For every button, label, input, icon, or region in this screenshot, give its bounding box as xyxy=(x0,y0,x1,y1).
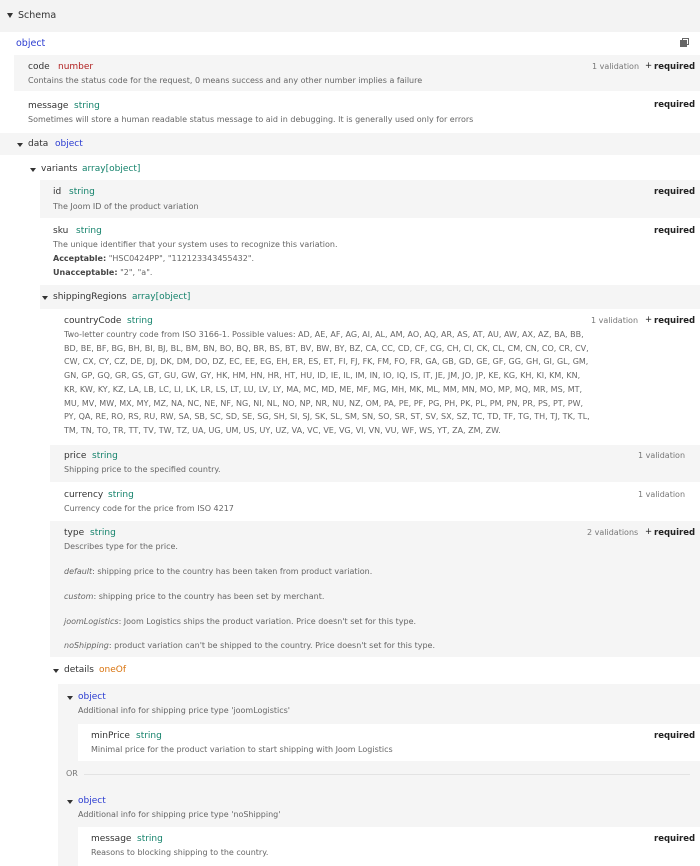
oneof-option-type[interactable]: object xyxy=(78,692,106,702)
property-description: Reasons to blocking shipping to the coun… xyxy=(91,848,269,857)
property-description: The unique identifier that your system u… xyxy=(53,240,338,249)
property-type: string xyxy=(92,451,118,461)
plus-icon: + xyxy=(645,61,653,71)
property-type: array[object] xyxy=(82,164,141,174)
property-row xyxy=(78,827,700,866)
property-description: Currency code for the price from ISO 421… xyxy=(64,504,234,513)
root-type: object xyxy=(16,38,46,49)
property-description: Two-letter country code from ISO 3166-1.… xyxy=(64,330,590,435)
property-name: price xyxy=(64,451,87,461)
enum-item: joomLogistics: Joom Logistics ships the … xyxy=(64,617,416,626)
triangle-down-icon[interactable] xyxy=(67,696,73,700)
oneof-option-description: Additional info for shipping price type … xyxy=(78,706,290,715)
validations-link[interactable]: 1 validation xyxy=(591,316,638,325)
required-badge: required xyxy=(654,100,696,110)
required-badge: required xyxy=(654,528,696,538)
unacceptable-label: Unacceptable: xyxy=(53,268,118,277)
validations-link[interactable]: 2 validations xyxy=(587,528,638,537)
property-description: Minimal price for the product variation … xyxy=(91,745,393,754)
required-badge: required xyxy=(654,834,696,844)
enum-item: default: shipping price to the country h… xyxy=(64,567,372,576)
property-row xyxy=(50,445,700,482)
enum-item: custom: shipping price to the country ha… xyxy=(64,592,324,601)
property-type: string xyxy=(137,834,163,844)
property-type: string xyxy=(69,187,95,197)
copy-icon[interactable] xyxy=(680,38,689,47)
property-name: countryCode xyxy=(64,316,122,326)
oneof-option-type[interactable]: object xyxy=(78,796,106,806)
triangle-down-icon[interactable] xyxy=(53,669,59,673)
enum-text: : shipping price to the country has been… xyxy=(93,592,325,601)
property-name: message xyxy=(91,834,132,844)
required-badge: required xyxy=(654,62,696,72)
property-type: object xyxy=(55,139,83,149)
plus-icon: + xyxy=(645,315,653,325)
triangle-down-icon[interactable] xyxy=(67,800,73,804)
property-row xyxy=(14,55,700,91)
property-description: The Joom ID of the product variation xyxy=(53,202,199,211)
property-name: currency xyxy=(64,490,104,500)
plus-icon: + xyxy=(645,527,653,537)
property-type: string xyxy=(127,316,153,326)
property-type: array[object] xyxy=(132,292,191,302)
property-type: string xyxy=(108,490,134,500)
property-row xyxy=(0,133,700,155)
property-name: code xyxy=(28,62,50,72)
triangle-down-icon[interactable] xyxy=(30,168,36,172)
property-name: sku xyxy=(53,226,69,236)
schema-title: Schema xyxy=(18,10,57,21)
required-badge: required xyxy=(654,226,696,236)
property-description: Sometimes will store a human readable st… xyxy=(28,115,474,124)
enum-text: : Joom Logistics ships the product varia… xyxy=(118,617,417,626)
property-type: string xyxy=(90,528,116,538)
validations-link[interactable]: 1 validation xyxy=(592,62,639,71)
property-description: Contains the status code for the request… xyxy=(28,76,423,85)
validations-link[interactable]: 1 validation xyxy=(638,451,685,460)
enum-key: custom xyxy=(64,592,94,601)
property-name[interactable]: shippingRegions xyxy=(53,292,127,302)
enum-key: default xyxy=(64,567,93,576)
triangle-down-icon[interactable] xyxy=(42,296,48,300)
schema-header[interactable]: Schema xyxy=(0,0,700,32)
oneof-separator xyxy=(84,774,690,775)
oneof-option-description: Additional info for shipping price type … xyxy=(78,810,281,819)
triangle-down-icon[interactable] xyxy=(17,143,23,147)
acceptable-label: Acceptable: xyxy=(53,254,107,263)
enum-text: : product variation can't be shipped to … xyxy=(108,641,436,650)
unacceptable-values: Unacceptable: "2", "a". xyxy=(53,268,152,277)
acceptable-values: Acceptable: "HSC0424PP", "11212334345543… xyxy=(53,254,254,263)
property-type: string xyxy=(74,101,100,111)
required-badge: required xyxy=(654,731,696,741)
property-type: string xyxy=(136,731,162,741)
property-name[interactable]: variants xyxy=(41,164,77,174)
property-type: number xyxy=(58,62,94,72)
oneof-separator-label: OR xyxy=(66,769,78,778)
enum-text: : shipping price to the country has been… xyxy=(92,567,373,576)
property-name: id xyxy=(53,187,62,197)
enum-key: joomLogistics xyxy=(64,617,119,626)
property-description: Shipping price to the specified country. xyxy=(64,465,221,474)
enum-key: noShipping xyxy=(64,641,109,650)
acceptable-list: "HSC0424PP", "112123343455432". xyxy=(108,254,255,263)
property-type: oneOf xyxy=(99,665,126,675)
property-description: Describes type for the price. xyxy=(64,542,178,551)
required-badge: required xyxy=(654,187,696,197)
property-name[interactable]: details xyxy=(64,665,94,675)
required-badge: required xyxy=(654,316,696,326)
property-row xyxy=(40,180,700,218)
property-type: string xyxy=(76,226,102,236)
validations-link[interactable]: 1 validation xyxy=(638,490,685,499)
property-name: type xyxy=(64,528,85,538)
triangle-down-icon[interactable] xyxy=(7,13,13,18)
unacceptable-list: "2", "a". xyxy=(120,268,153,277)
property-name: message xyxy=(28,101,69,111)
enum-item: noShipping: product variation can't be s… xyxy=(64,641,435,650)
property-row xyxy=(78,724,700,761)
property-name[interactable]: data xyxy=(28,139,48,149)
property-name: minPrice xyxy=(91,731,130,741)
